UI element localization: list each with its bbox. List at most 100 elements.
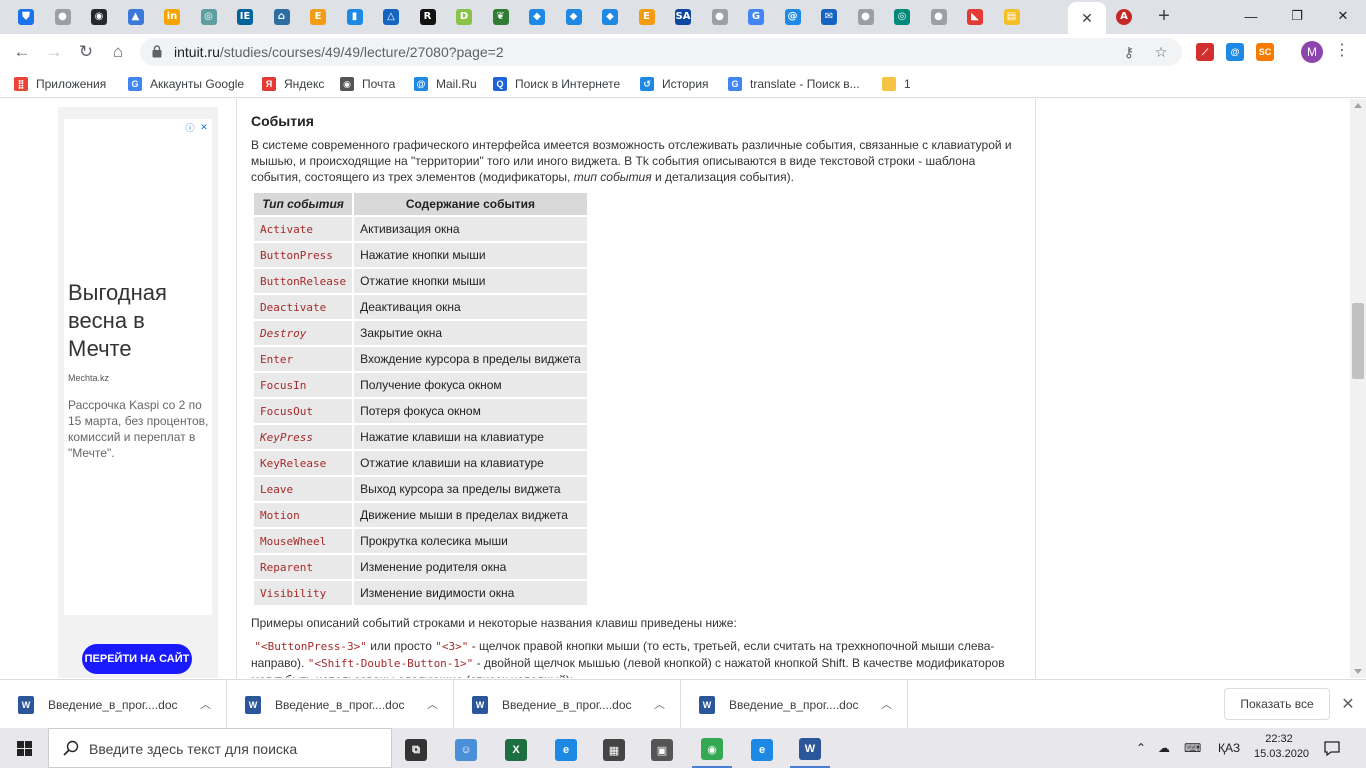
scroll-up-icon[interactable]: [1354, 103, 1362, 108]
chevron-up-icon[interactable]: ︿: [881, 696, 895, 712]
language-indicator[interactable]: ҚАЗ: [1218, 728, 1240, 768]
mailru-ext-icon[interactable]: @: [1226, 43, 1244, 61]
reload-icon[interactable]: ↻: [74, 40, 98, 64]
taskbar-app-store[interactable]: ▣: [642, 732, 682, 768]
page-scrollbar[interactable]: [1350, 99, 1366, 678]
keyboard-icon[interactable]: ⌨: [1184, 728, 1201, 768]
taskbar-app-excel[interactable]: X: [496, 732, 536, 768]
ad-close-icon[interactable]: ✕: [198, 121, 210, 133]
tab-sa-site[interactable]: SA: [671, 6, 695, 28]
star-icon[interactable]: ☆: [1152, 43, 1170, 61]
taskbar-app-calculator[interactable]: ▦: [594, 732, 634, 768]
taskbar-app-people[interactable]: ☺: [446, 732, 486, 768]
tab-e-orange-2[interactable]: E: [635, 6, 659, 28]
tab-r-site[interactable]: R: [416, 6, 440, 28]
taskbar-search-box[interactable]: Введите здесь текст для поиска: [48, 728, 392, 768]
close-window-button[interactable]: ✕: [1320, 0, 1366, 32]
taskbar-app-ie[interactable]: e: [742, 732, 782, 768]
taskbar-app-word[interactable]: W: [790, 732, 830, 768]
download-item[interactable]: W Введение_в_прог....doc ︿: [454, 680, 681, 730]
download-filename: Введение_в_прог....doc: [48, 698, 178, 712]
chevron-up-icon[interactable]: ︿: [654, 696, 668, 712]
tab-circle-green[interactable]: ◎: [890, 6, 914, 28]
tab-drive[interactable]: ▲: [124, 6, 148, 28]
active-tab[interactable]: ✕: [1068, 2, 1106, 34]
ad-card[interactable]: ⓘ ✕ Выгодная весна в Мечте Mechta.kz Рас…: [64, 119, 212, 615]
taskbar-app-edge[interactable]: e: [546, 732, 586, 768]
bookmark-apps[interactable]: ⣿ Приложения: [14, 76, 106, 92]
bookmark-translate[interactable]: Gtranslate - Поиск в...: [728, 76, 860, 92]
bookmark-mail[interactable]: ◉ Почта: [340, 76, 395, 92]
more-menu-icon[interactable]: ⋮: [1334, 42, 1350, 62]
bookmark-yandex[interactable]: Я Яндекс: [262, 76, 324, 92]
tab-shield[interactable]: ⛊: [14, 6, 38, 28]
tab-diamond-2[interactable]: ◆: [562, 6, 586, 28]
chevron-up-icon[interactable]: ︿: [427, 696, 441, 712]
minimize-button[interactable]: —: [1228, 0, 1274, 32]
tab-globe[interactable]: ◎: [197, 6, 221, 28]
tab-envelope[interactable]: ✉: [817, 6, 841, 28]
address-bar[interactable]: intuit.ru/studies/courses/49/49/lecture/…: [140, 38, 1182, 66]
ad-title[interactable]: Выгодная весна в Мечте: [68, 279, 208, 363]
ieee-icon: IE: [237, 9, 253, 25]
tab-leaf[interactable]: ❦: [489, 6, 513, 28]
scroll-thumb[interactable]: [1352, 303, 1364, 379]
close-tab-icon[interactable]: ✕: [1081, 10, 1093, 27]
example-code-1: "<ButtonPress-3>": [254, 640, 367, 653]
download-item[interactable]: W Введение_в_прог....doc ︿: [681, 680, 908, 730]
tab-gray-site-2[interactable]: ●: [708, 6, 732, 28]
ad-visit-button[interactable]: ПЕРЕЙТИ НА САЙТ: [82, 644, 192, 674]
tab-adobe-like[interactable]: A: [1112, 6, 1136, 28]
show-all-downloads-button[interactable]: Показать все: [1224, 688, 1330, 720]
tab-github[interactable]: ◉: [87, 6, 111, 28]
notifications-icon[interactable]: [1322, 738, 1342, 758]
new-tab-button[interactable]: +: [1152, 6, 1176, 28]
chevron-up-icon[interactable]: ︿: [200, 696, 214, 712]
tab-d-site[interactable]: D: [452, 6, 476, 28]
tab-diamond-1[interactable]: ◆: [525, 6, 549, 28]
forward-arrow-icon[interactable]: →: [42, 40, 66, 64]
tab-gray-site[interactable]: ●: [51, 6, 75, 28]
lock-icon[interactable]: [152, 45, 162, 58]
clock[interactable]: 22:32 15.03.2020: [1254, 732, 1309, 762]
ad-domain[interactable]: Mechta.kz: [68, 373, 109, 383]
tab-ieee[interactable]: IE: [233, 6, 257, 28]
home-icon[interactable]: ⌂: [106, 40, 130, 64]
gray-site-4-icon: ●: [930, 9, 947, 25]
close-downloads-icon[interactable]: ✕: [1338, 694, 1358, 714]
tab-e-orange[interactable]: E: [306, 6, 330, 28]
taskbar-app-chrome[interactable]: ◉: [692, 732, 732, 768]
bookmark-google-accounts[interactable]: G Аккаунты Google: [128, 76, 244, 92]
tab-chart[interactable]: ▮: [343, 6, 367, 28]
bookmark-folder-1[interactable]: 1: [882, 76, 911, 92]
tab-google[interactable]: G: [744, 6, 768, 28]
tab-mail-ru[interactable]: @: [781, 6, 805, 28]
tab-gray-site-3[interactable]: ●: [854, 6, 878, 28]
tab-gray-site-4[interactable]: ●: [927, 6, 951, 28]
maximize-button[interactable]: ❐: [1274, 0, 1320, 32]
tab-home[interactable]: ⌂: [270, 6, 294, 28]
ad-info-icon[interactable]: ⓘ: [184, 121, 196, 133]
taskbar-app-task-view[interactable]: ⧉: [396, 732, 436, 768]
tab-diamond-3[interactable]: ◆: [598, 6, 622, 28]
key-icon[interactable]: ⚷: [1120, 43, 1138, 61]
bookmark-history[interactable]: ↺ История: [640, 76, 709, 92]
sc-ext-icon[interactable]: SC: [1256, 43, 1274, 61]
ad-choices[interactable]: ⓘ ✕: [184, 121, 210, 133]
tab-red-site[interactable]: ◣: [963, 6, 987, 28]
tab-in-site[interactable]: in: [160, 6, 184, 28]
profile-avatar[interactable]: M: [1301, 41, 1323, 63]
bookmark-mailru[interactable]: @ Mail.Ru: [414, 76, 477, 92]
tab-notes[interactable]: ▤: [1000, 6, 1024, 28]
download-item[interactable]: W Введение_в_прог....doc ︿: [227, 680, 454, 730]
ad-body[interactable]: Рассрочка Kaspi со 2 по 15 марта, без пр…: [68, 397, 212, 461]
network-icon[interactable]: ☁: [1158, 728, 1170, 768]
tab-triangle[interactable]: △: [379, 6, 403, 28]
pdf-ext-icon[interactable]: ⟋: [1196, 43, 1214, 61]
tray-chevron-icon[interactable]: ⌃: [1136, 728, 1146, 768]
start-button[interactable]: [0, 728, 48, 768]
back-arrow-icon[interactable]: ←: [10, 40, 34, 64]
bookmark-internet-search[interactable]: Q Поиск в Интернете: [493, 76, 620, 92]
scroll-down-icon[interactable]: [1354, 669, 1362, 674]
download-item[interactable]: W Введение_в_прог....doc ︿: [0, 680, 227, 730]
